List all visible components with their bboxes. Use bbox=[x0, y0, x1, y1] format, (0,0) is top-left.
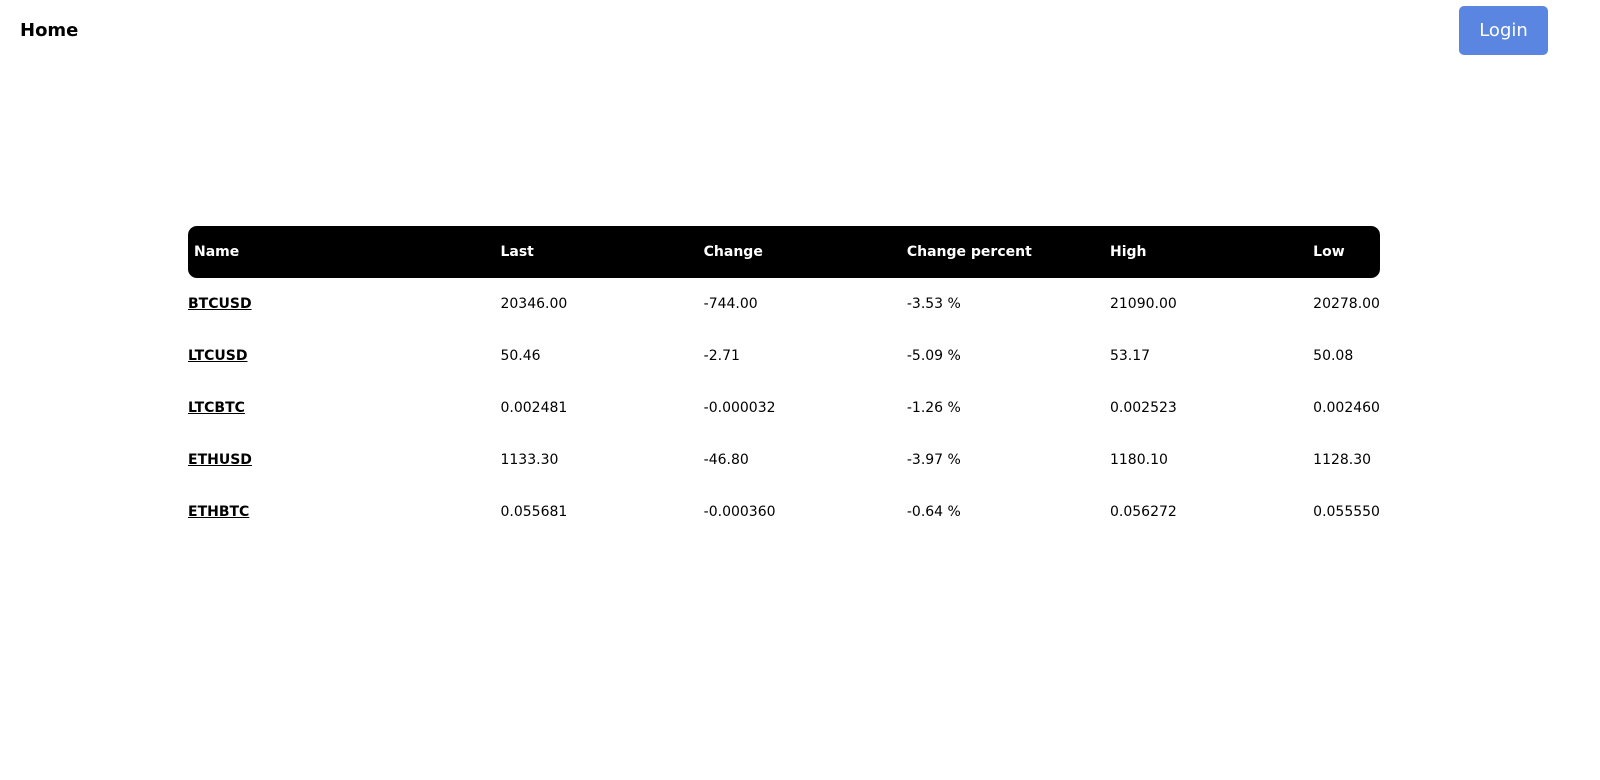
cell-last: 1133.30 bbox=[500, 452, 559, 468]
pair-link[interactable]: LTCBTC bbox=[188, 400, 245, 416]
cell-name: ETHUSD bbox=[188, 434, 500, 486]
cell-change-percent: -0.64 % bbox=[906, 504, 961, 520]
column-header-change-percent: Change percent bbox=[906, 244, 1032, 260]
column-header-name: Name bbox=[194, 244, 240, 260]
table-row: LTCUSD 50.46 -2.71 -5.09 % 53.17 50.08 bbox=[188, 330, 1380, 382]
column-header-last: Last bbox=[500, 244, 534, 260]
top-navbar: Home Login bbox=[0, 0, 1600, 64]
cell-change-percent: -1.26 % bbox=[906, 400, 961, 416]
cell-high: 1180.10 bbox=[1109, 452, 1168, 468]
cell-change-percent: -5.09 % bbox=[906, 348, 961, 364]
table-row: ETHUSD 1133.30 -46.80 -3.97 % 1180.10 11… bbox=[188, 434, 1380, 486]
cell-change: -0.000360 bbox=[703, 504, 776, 520]
cell-high: 0.056272 bbox=[1109, 504, 1177, 520]
table-row: LTCBTC 0.002481 -0.000032 -1.26 % 0.0025… bbox=[188, 382, 1380, 434]
cell-high: 53.17 bbox=[1109, 348, 1151, 364]
login-button[interactable]: Login bbox=[1459, 6, 1548, 55]
cell-name: LTCUSD bbox=[188, 330, 500, 382]
cell-name: BTCUSD bbox=[188, 278, 500, 330]
cell-change: -744.00 bbox=[703, 296, 758, 312]
cell-low: 1128.30 bbox=[1313, 452, 1372, 468]
ticker-table: Name Last Change Change percent High Low… bbox=[188, 226, 1380, 538]
column-header-low: Low bbox=[1313, 244, 1345, 260]
cell-change-percent: -3.53 % bbox=[906, 296, 961, 312]
home-link[interactable]: Home bbox=[20, 19, 78, 43]
pair-link[interactable]: BTCUSD bbox=[188, 296, 252, 312]
cell-low: 0.055550 bbox=[1313, 504, 1380, 520]
table-header-row: Name Last Change Change percent High Low bbox=[188, 226, 1380, 278]
pair-link[interactable]: ETHUSD bbox=[188, 452, 252, 468]
column-header-change: Change bbox=[703, 244, 763, 260]
cell-last: 0.002481 bbox=[500, 400, 568, 416]
cell-name: LTCBTC bbox=[188, 382, 500, 434]
table-row: BTCUSD 20346.00 -744.00 -3.53 % 21090.00… bbox=[188, 278, 1380, 330]
column-header-high: High bbox=[1109, 244, 1147, 260]
table-header: Name Last Change Change percent High Low bbox=[188, 226, 1380, 278]
cell-last: 0.055681 bbox=[500, 504, 568, 520]
cell-name: ETHBTC bbox=[188, 486, 500, 538]
cell-low: 50.08 bbox=[1313, 348, 1354, 364]
cell-change: -2.71 bbox=[703, 348, 740, 364]
cell-change: -46.80 bbox=[703, 452, 749, 468]
table-row: ETHBTC 0.055681 -0.000360 -0.64 % 0.0562… bbox=[188, 486, 1380, 538]
ticker-table-container: Name Last Change Change percent High Low… bbox=[188, 226, 1380, 538]
cell-low: 20278.00 bbox=[1313, 296, 1380, 312]
cell-low: 0.002460 bbox=[1313, 400, 1380, 416]
cell-last: 50.46 bbox=[500, 348, 541, 364]
table-body: BTCUSD 20346.00 -744.00 -3.53 % 21090.00… bbox=[188, 278, 1380, 538]
cell-change-percent: -3.97 % bbox=[906, 452, 961, 468]
cell-high: 0.002523 bbox=[1109, 400, 1177, 416]
pair-link[interactable]: LTCUSD bbox=[188, 348, 248, 364]
cell-last: 20346.00 bbox=[500, 296, 568, 312]
cell-change: -0.000032 bbox=[703, 400, 776, 416]
cell-high: 21090.00 bbox=[1109, 296, 1177, 312]
pair-link[interactable]: ETHBTC bbox=[188, 504, 249, 520]
